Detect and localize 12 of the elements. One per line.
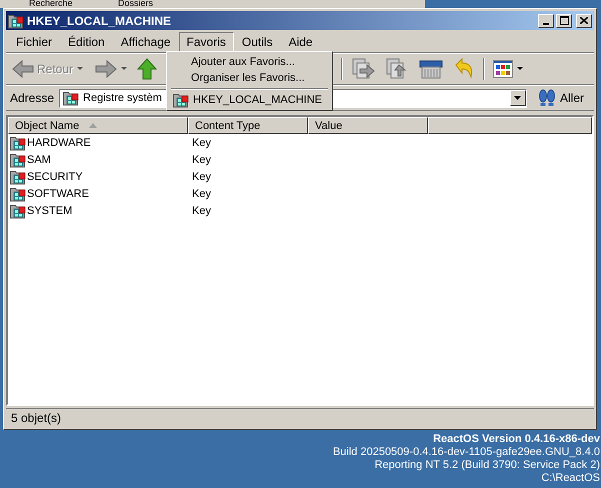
content-type: Key <box>192 204 211 216</box>
address-label: Adresse <box>10 91 54 105</box>
content-type: Key <box>192 188 211 200</box>
version-text: ReactOS Version 0.4.16-x86-dev <box>433 433 600 446</box>
status-bar: 5 objet(s) <box>6 408 594 427</box>
content-type: Key <box>192 154 211 166</box>
content-type: Key <box>192 136 211 148</box>
content-type: Key <box>192 170 211 182</box>
version-text: C:\ReactOS <box>541 472 600 485</box>
version-text: Reporting NT 5.2 (Build 3790: Service Pack 2) <box>374 459 600 472</box>
window-title: HKEY_LOCAL_MACHINE <box>27 14 172 28</box>
version-text: Build 20250509-0.4.16-dev-1105-gafe29ee.GNU_8.4.0 <box>332 446 600 459</box>
